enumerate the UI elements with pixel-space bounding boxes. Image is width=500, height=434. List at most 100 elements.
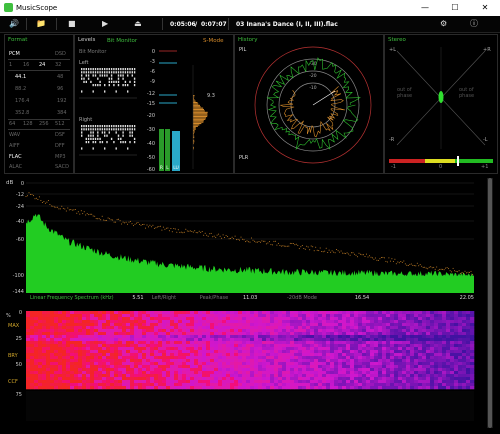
spectrum-peak-point bbox=[46, 201, 48, 203]
spectrum-peak-point bbox=[400, 261, 402, 262]
spectrogram-cell bbox=[250, 314, 255, 318]
spectrogram-cell bbox=[402, 320, 407, 324]
spectrogram-cell bbox=[266, 374, 271, 378]
spectrogram-cell bbox=[38, 380, 43, 384]
spectrogram-cell bbox=[382, 365, 387, 369]
spectrogram-cell bbox=[266, 326, 271, 330]
bit-cell bbox=[97, 77, 99, 80]
spectrum-peak-point bbox=[403, 260, 405, 262]
spectrogram-cell bbox=[458, 332, 463, 336]
spectrogram-cell bbox=[110, 314, 115, 318]
spectrogram-cell bbox=[370, 329, 375, 333]
spectrogram-cell bbox=[118, 365, 123, 369]
bit-monitor-tab[interactable]: Bit Monitor bbox=[107, 38, 137, 44]
spectrogram-cell bbox=[310, 359, 315, 363]
spectrogram-cell bbox=[254, 341, 259, 345]
spectrogram-cell bbox=[98, 314, 103, 318]
spectrogram-cell bbox=[42, 368, 47, 372]
spectrogram-cell bbox=[210, 332, 215, 336]
bit-cell bbox=[122, 134, 124, 137]
spectrogram-cell bbox=[70, 311, 75, 315]
spectrogram-cell bbox=[338, 335, 343, 339]
spectrum-peak-point bbox=[310, 245, 312, 247]
spectrogram-cell bbox=[238, 323, 243, 327]
spectrogram-cell bbox=[166, 314, 171, 318]
bit-cell bbox=[104, 134, 106, 137]
spectrogram-cell bbox=[78, 383, 83, 387]
info-icon[interactable]: ⓘ bbox=[470, 19, 478, 29]
spectrogram-cell bbox=[274, 374, 279, 378]
folder-icon[interactable]: 📁 bbox=[36, 19, 46, 29]
minimize-button[interactable]: — bbox=[410, 0, 440, 16]
maximize-button[interactable]: ☐ bbox=[440, 0, 470, 16]
spectrogram-cell bbox=[162, 365, 167, 369]
spectrogram-cell bbox=[374, 383, 379, 387]
spectrogram-cell bbox=[166, 362, 171, 366]
spectrogram-cell bbox=[378, 362, 383, 366]
spectrogram-cell bbox=[450, 314, 455, 318]
spectrogram-cell bbox=[282, 362, 287, 366]
spectrogram-cell bbox=[390, 362, 395, 366]
spectrogram-cell bbox=[410, 347, 415, 351]
export-icon[interactable]: ⏏ bbox=[134, 19, 142, 29]
spectrogram-cell bbox=[314, 311, 319, 315]
spectrogram-cell bbox=[458, 380, 463, 384]
spectrum-peak-point bbox=[410, 263, 412, 265]
spectrogram-cell bbox=[386, 359, 391, 363]
spectrogram-cell bbox=[70, 323, 75, 327]
play-icon[interactable]: ▶ bbox=[102, 19, 108, 29]
spectrogram-cell bbox=[82, 374, 87, 378]
spectrogram-cell bbox=[390, 323, 395, 327]
spectrogram-cell bbox=[86, 377, 91, 381]
spectrogram-cell bbox=[58, 386, 63, 390]
bit-cell bbox=[108, 128, 110, 131]
close-button[interactable]: ✕ bbox=[470, 0, 500, 16]
spectrum-peak-point bbox=[461, 271, 463, 273]
spectrogram-cell bbox=[450, 380, 455, 384]
spectrogram-cell bbox=[242, 332, 247, 336]
spectrogram-cell bbox=[266, 377, 271, 381]
spectrogram-cell bbox=[194, 341, 199, 345]
spectrogram-cell bbox=[190, 326, 195, 330]
volume-icon[interactable]: 🔊 bbox=[9, 19, 19, 29]
spectrogram-cell bbox=[270, 326, 275, 330]
spectrogram-cell bbox=[310, 335, 315, 339]
spectrogram-cell bbox=[290, 371, 295, 375]
spectrogram-cell bbox=[346, 353, 351, 357]
spectrogram-cell bbox=[258, 377, 263, 381]
spectrogram-cell bbox=[218, 368, 223, 372]
spectrogram-cell bbox=[242, 338, 247, 342]
spectrum-peak-point bbox=[285, 245, 287, 247]
spectrogram-cell bbox=[62, 380, 67, 384]
smode-bin bbox=[193, 120, 204, 122]
smode-title[interactable]: S-Mode bbox=[203, 38, 223, 44]
spectrogram-cell bbox=[322, 329, 327, 333]
spectrogram-cell bbox=[206, 347, 211, 351]
spectrum-scrollbar[interactable] bbox=[487, 178, 493, 428]
spectrogram-cell bbox=[166, 374, 171, 378]
spectrogram-cell bbox=[214, 359, 219, 363]
spectrogram-cell bbox=[322, 383, 327, 387]
spectrogram-cell bbox=[310, 374, 315, 378]
spectrogram-cell bbox=[390, 353, 395, 357]
bit-cell bbox=[122, 131, 124, 134]
spectrogram-cell bbox=[166, 371, 171, 375]
spectrogram-cell bbox=[110, 320, 115, 324]
spectrogram-cell bbox=[430, 329, 435, 333]
spectrogram-cell bbox=[186, 332, 191, 336]
spectrogram-cell bbox=[318, 323, 323, 327]
gear-icon[interactable]: ⚙ bbox=[440, 19, 447, 29]
spectrogram-cell bbox=[402, 332, 407, 336]
spectrogram-cell bbox=[426, 326, 431, 330]
spectrogram-cell bbox=[218, 323, 223, 327]
spectrogram-cell bbox=[314, 374, 319, 378]
spectrogram-cell bbox=[398, 350, 403, 354]
spectrogram-cell bbox=[434, 362, 439, 366]
spectrum-peak-point bbox=[279, 244, 281, 246]
spectrogram-cell bbox=[194, 380, 199, 384]
stop-icon[interactable]: ■ bbox=[68, 19, 76, 29]
spectrogram-cell bbox=[322, 332, 327, 336]
spectrogram-cell bbox=[238, 335, 243, 339]
spectrogram-cell bbox=[402, 356, 407, 360]
spectrogram-cell bbox=[470, 362, 475, 366]
